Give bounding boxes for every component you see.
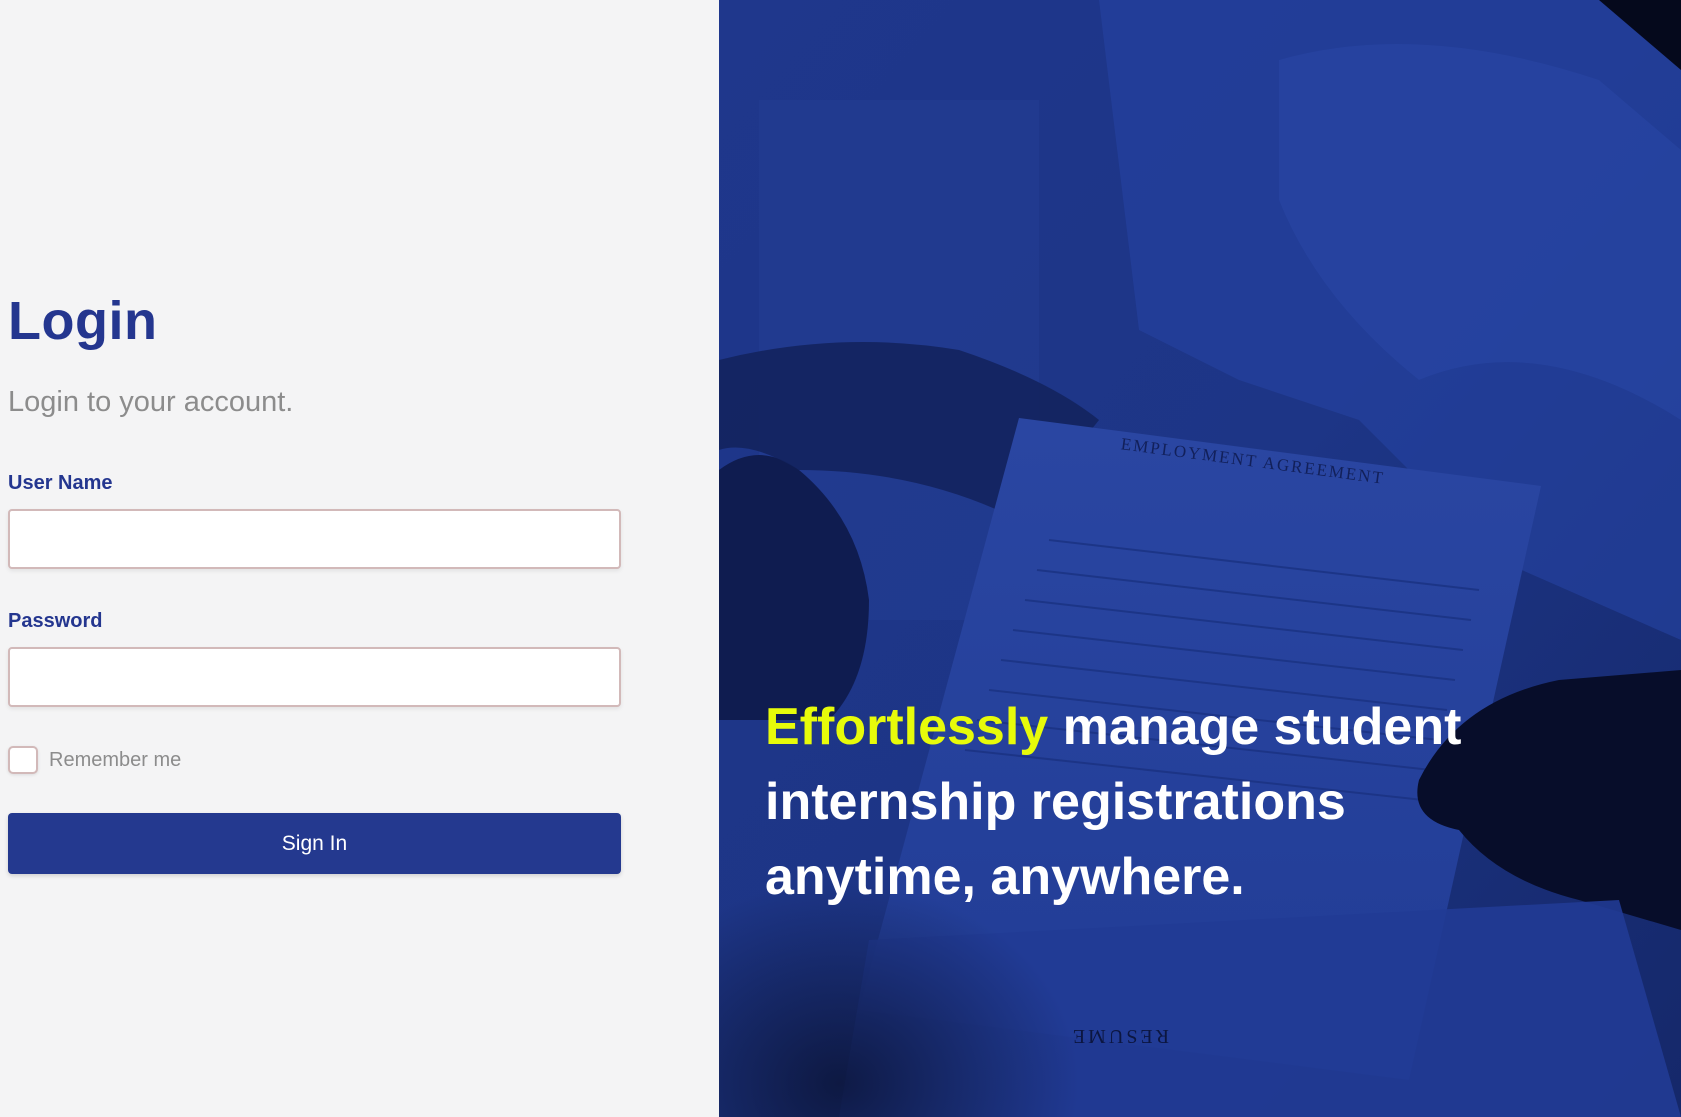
password-label: Password [8, 610, 103, 632]
remember-me-row: Remember me [8, 746, 181, 774]
tagline-highlight: Effortlessly [765, 698, 1049, 756]
hero-panel: EMPLOYMENT AGREEMENT RESUME Effortlessly… [719, 0, 1681, 1117]
hero-background-image: EMPLOYMENT AGREEMENT RESUME [719, 0, 1681, 1117]
sign-in-button[interactable]: Sign In [8, 813, 621, 874]
page-subtitle: Login to your account. [8, 386, 294, 418]
page-title: Login [8, 291, 158, 351]
tagline-line3: anytime, anywhere. [765, 848, 1245, 906]
username-input[interactable] [8, 509, 621, 569]
remember-me-checkbox[interactable] [8, 746, 38, 774]
remember-me-label[interactable]: Remember me [49, 749, 181, 772]
tagline-line2: internship registrations [765, 773, 1346, 831]
username-label: User Name [8, 472, 113, 494]
login-panel: Login Login to your account. User Name P… [0, 0, 719, 1117]
password-input[interactable] [8, 647, 621, 707]
hero-tagline: Effortlessly manage student internship r… [765, 690, 1585, 915]
tagline-line1: manage student [1062, 698, 1462, 756]
